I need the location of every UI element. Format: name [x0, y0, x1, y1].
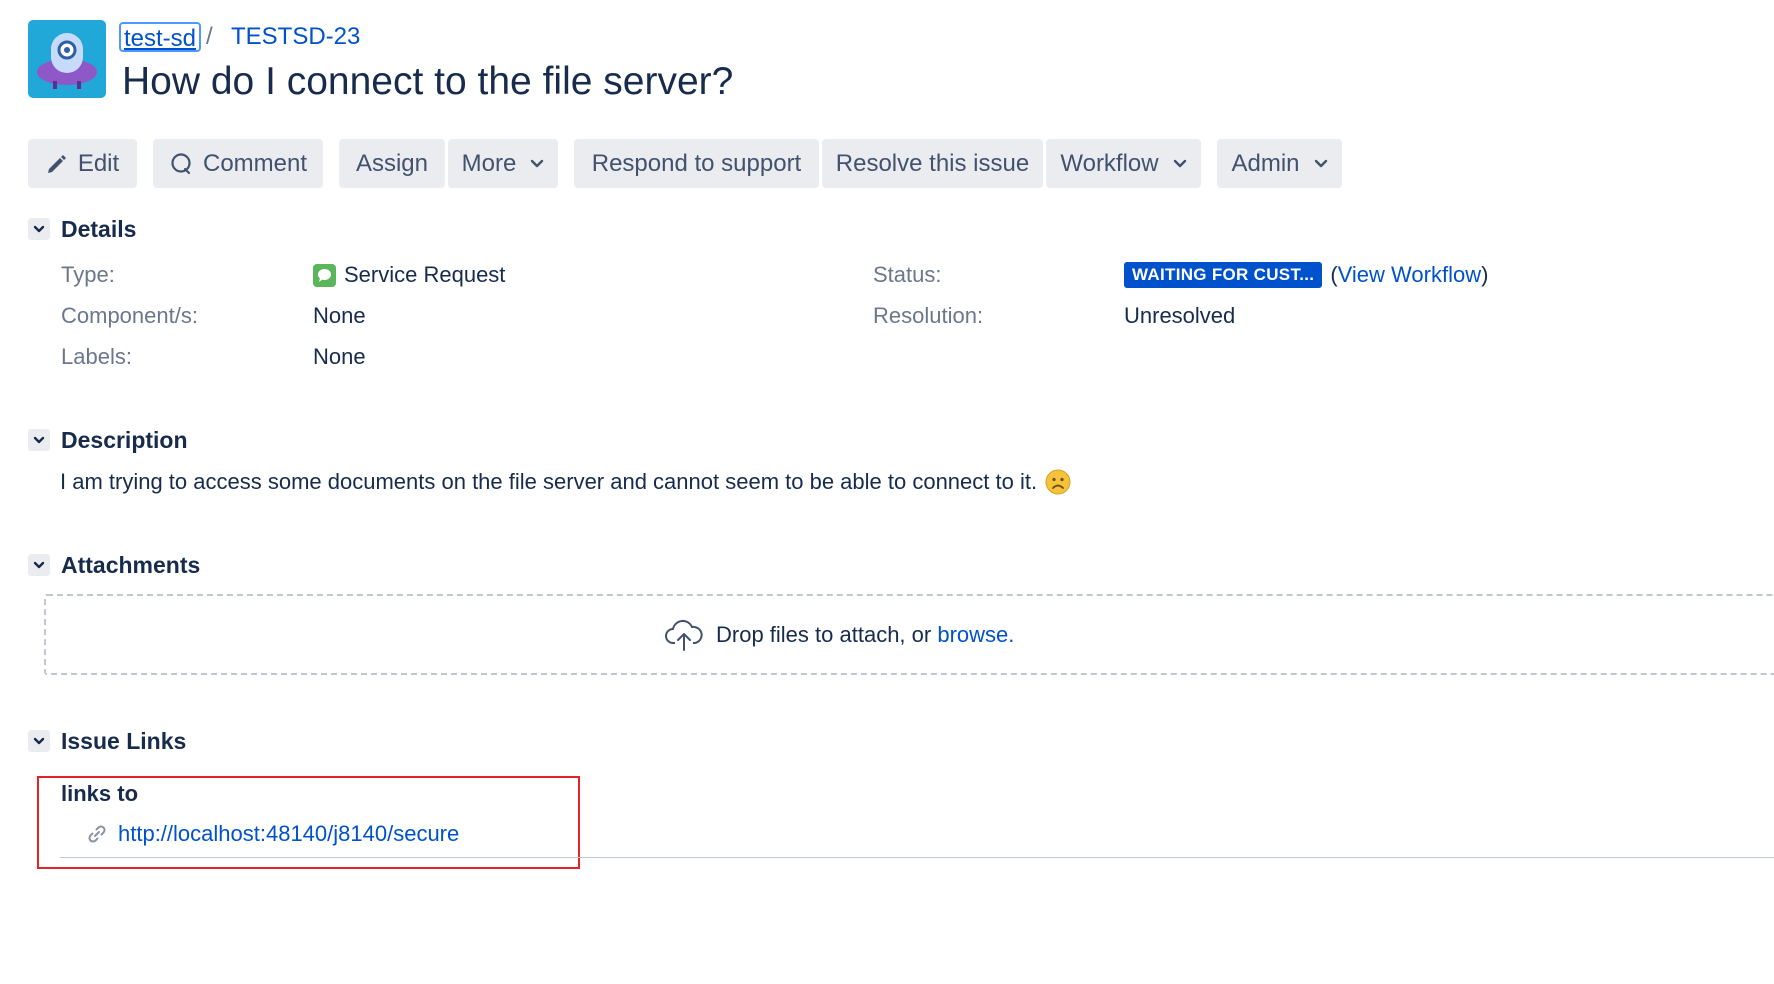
breadcrumb-project-link[interactable]: test-sd — [119, 22, 202, 52]
edit-button-label: Edit — [77, 150, 120, 177]
workflow-button-label: Workflow — [1060, 150, 1159, 177]
chevron-down-icon[interactable] — [28, 218, 50, 240]
browse-period: . — [1008, 622, 1015, 647]
comment-button-label: Comment — [202, 150, 308, 177]
issue-links-heading: Issue Links — [61, 727, 187, 754]
service-request-icon — [313, 263, 336, 287]
resolve-button-label: Resolve this issue — [835, 150, 1030, 177]
chevron-down-icon[interactable] — [28, 554, 50, 576]
type-label: Type: — [61, 262, 115, 287]
description-text: I am trying to access some documents on … — [60, 469, 1038, 494]
pencil-icon — [46, 153, 68, 175]
components-label: Component/s: — [61, 303, 198, 328]
remote-issue-link[interactable]: http://localhost:48140/j8140/secure — [118, 819, 459, 849]
workflow-dropdown-button[interactable]: Workflow — [1046, 139, 1201, 188]
divider — [60, 857, 1774, 858]
issue-title: How do I connect to the file server? — [122, 60, 734, 103]
attachment-dropzone[interactable]: Drop files to attach, or browse. — [44, 594, 1774, 675]
drop-files-text: Drop files to attach, or — [716, 622, 938, 647]
type-value: Service Request — [313, 260, 505, 290]
labels-value: None — [313, 344, 366, 369]
type-value-text: Service Request — [344, 262, 506, 287]
edit-button[interactable]: Edit — [28, 139, 137, 188]
respond-to-support-button[interactable]: Respond to support — [574, 139, 819, 188]
chevron-down-icon — [1173, 159, 1187, 169]
view-workflow-paren-close: ) — [1481, 262, 1489, 287]
browse-link[interactable]: browse — [937, 622, 1008, 648]
respond-button-label: Respond to support — [591, 150, 802, 177]
comment-icon — [169, 152, 193, 176]
chevron-down-icon[interactable] — [28, 730, 50, 752]
issue-link-row: http://localhost:48140/j8140/secure — [86, 819, 459, 849]
status-value: WAITING FOR CUST... (View Workflow) — [1124, 260, 1488, 290]
link-relation-label: links to — [61, 781, 139, 806]
admin-dropdown-button[interactable]: Admin — [1217, 139, 1342, 188]
resolution-value: Unresolved — [1124, 303, 1236, 328]
attachments-heading: Attachments — [61, 551, 201, 578]
components-value: None — [313, 303, 366, 328]
status-label: Status: — [873, 262, 942, 287]
description-section-header[interactable]: Description — [28, 425, 188, 455]
details-section-header[interactable]: Details — [28, 214, 136, 244]
project-avatar[interactable] — [28, 20, 106, 98]
sad-face-icon — [1045, 469, 1071, 495]
issue-links-section-header[interactable]: Issue Links — [28, 726, 186, 756]
assign-button-label: Assign — [355, 150, 429, 177]
more-button-label: More — [461, 150, 517, 177]
details-heading: Details — [61, 215, 137, 242]
chevron-down-icon — [530, 159, 544, 169]
chevron-down-icon — [1314, 159, 1328, 169]
comment-button[interactable]: Comment — [153, 139, 323, 188]
chevron-down-icon[interactable] — [28, 429, 50, 451]
more-dropdown-button[interactable]: More — [448, 139, 558, 188]
admin-button-label: Admin — [1231, 150, 1300, 177]
assign-button[interactable]: Assign — [339, 139, 445, 188]
description-heading: Description — [61, 426, 188, 453]
status-badge[interactable]: WAITING FOR CUST... — [1124, 262, 1323, 288]
breadcrumb-separator: / — [206, 23, 213, 50]
link-icon — [86, 823, 108, 845]
attachments-section-header[interactable]: Attachments — [28, 550, 200, 580]
view-workflow-paren-open: ( — [1330, 262, 1338, 287]
description-body: I am trying to access some documents on … — [60, 467, 1071, 497]
labels-label: Labels: — [61, 344, 132, 369]
resolve-issue-button[interactable]: Resolve this issue — [822, 139, 1043, 188]
resolution-label: Resolution: — [873, 303, 984, 328]
view-workflow-link[interactable]: View Workflow — [1338, 260, 1481, 290]
breadcrumb-issue-key-link[interactable]: TESTSD-23 — [231, 22, 360, 52]
cloud-upload-icon — [664, 618, 704, 652]
